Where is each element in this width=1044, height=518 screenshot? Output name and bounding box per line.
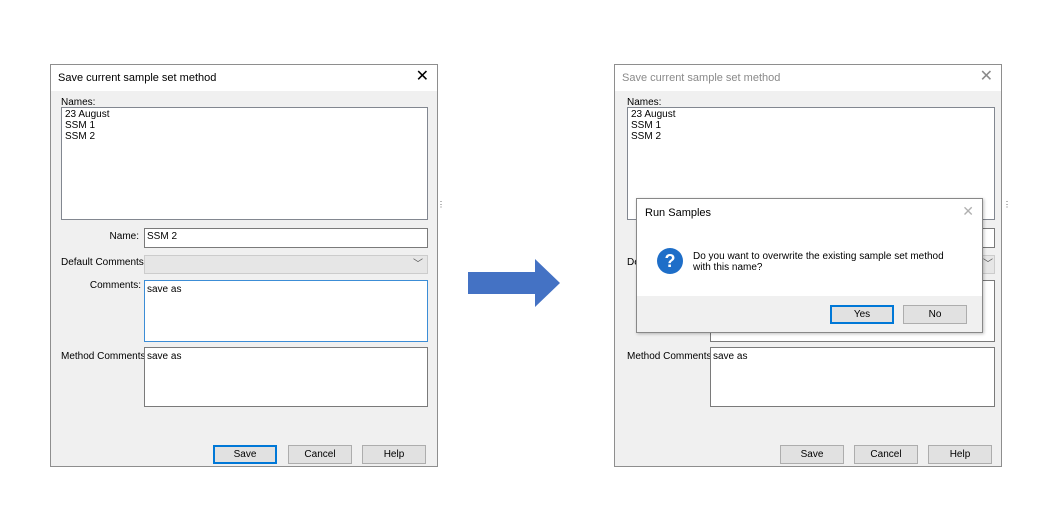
message-text: Do you want to overwrite the existing sa… bbox=[693, 251, 973, 273]
save-button[interactable]: Save bbox=[213, 445, 277, 464]
message-line-1: Do you want to overwrite the existing sa… bbox=[693, 251, 944, 262]
list-item[interactable]: 23 August bbox=[631, 109, 991, 120]
arrow-shape bbox=[468, 259, 560, 307]
default-comments-label: Default Comments: bbox=[61, 257, 147, 268]
close-icon[interactable]: ✕ bbox=[416, 67, 429, 87]
save-method-dialog: Save current sample set method ✕ Names: … bbox=[50, 64, 438, 467]
close-icon[interactable]: ✕ bbox=[980, 67, 993, 87]
message-title: Run Samples bbox=[645, 207, 712, 219]
no-button[interactable]: No bbox=[903, 305, 967, 324]
chevron-down-icon: ﹀ bbox=[413, 259, 423, 270]
dialog-titlebar: Save current sample set method ✕ bbox=[51, 65, 437, 91]
close-icon[interactable]: ✕ bbox=[962, 203, 974, 220]
resize-grip-icon: ⋮ bbox=[437, 200, 445, 209]
list-item[interactable]: 23 August bbox=[65, 109, 424, 120]
comments-field[interactable]: save as bbox=[144, 280, 428, 342]
chevron-down-icon: ﹀ bbox=[983, 259, 993, 270]
default-comments-select[interactable]: ﹀ bbox=[982, 255, 995, 274]
name-label: Name: bbox=[109, 231, 139, 242]
dialog-title: Save current sample set method bbox=[58, 72, 217, 84]
overwrite-confirm-dialog: Run Samples ✕ ? Do you want to overwrite… bbox=[636, 198, 983, 333]
cancel-button[interactable]: Cancel bbox=[854, 445, 918, 464]
list-item[interactable]: SSM 1 bbox=[65, 120, 424, 131]
resize-grip-icon: ⋮ bbox=[1003, 200, 1011, 209]
method-comments-label: Method Comments: bbox=[61, 351, 149, 362]
method-comments-field[interactable]: save as bbox=[710, 347, 995, 407]
cancel-button[interactable]: Cancel bbox=[288, 445, 352, 464]
names-listbox[interactable]: 23 August SSM 1 SSM 2 bbox=[61, 107, 428, 220]
message-line-2: with this name? bbox=[693, 262, 763, 273]
dialog-title: Save current sample set method bbox=[622, 72, 781, 84]
message-body: Run Samples ✕ ? Do you want to overwrite… bbox=[637, 199, 982, 296]
dialog-titlebar: Save current sample set method ✕ bbox=[615, 65, 1001, 91]
list-item[interactable]: SSM 2 bbox=[65, 131, 424, 142]
yes-button[interactable]: Yes bbox=[830, 305, 894, 324]
arrow-right-icon bbox=[468, 259, 560, 307]
default-comments-select[interactable]: ﹀ bbox=[144, 255, 428, 274]
method-comments-label: Method Comments: bbox=[627, 351, 715, 362]
method-comments-field[interactable]: save as bbox=[144, 347, 428, 407]
comments-label: Comments: bbox=[89, 280, 141, 291]
question-icon: ? bbox=[657, 248, 683, 274]
name-field[interactable]: SSM 2 bbox=[144, 228, 428, 248]
save-button[interactable]: Save bbox=[780, 445, 844, 464]
help-button[interactable]: Help bbox=[928, 445, 992, 464]
help-button[interactable]: Help bbox=[362, 445, 426, 464]
list-item[interactable]: SSM 2 bbox=[631, 131, 991, 142]
name-field[interactable] bbox=[982, 228, 995, 248]
list-item[interactable]: SSM 1 bbox=[631, 120, 991, 131]
